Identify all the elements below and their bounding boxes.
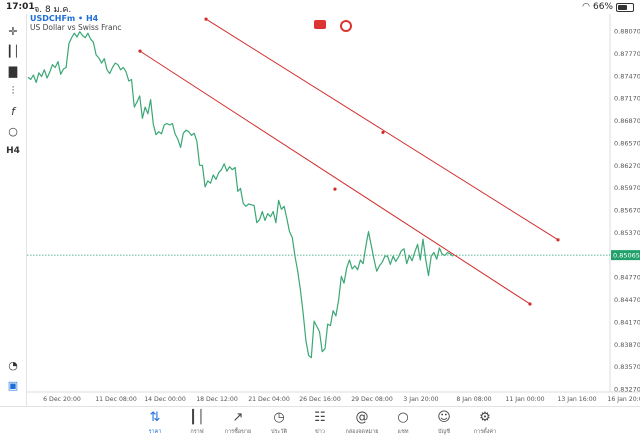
- y-tick-label: 0.85370: [614, 229, 640, 237]
- x-tick-label: 14 Dec 00:00: [144, 396, 186, 403]
- tab-label: ข่าว: [315, 429, 325, 435]
- x-tick-label: 16 Jan 20:00: [607, 396, 640, 403]
- tab-trade[interactable]: ↗ การซื้อขาย: [215, 409, 261, 436]
- x-tick-label: 3 Jan 20:00: [403, 396, 438, 403]
- tab-label: กราฟ: [190, 429, 204, 435]
- tab-label: แชท: [397, 429, 409, 435]
- y-tick-label: 0.84170: [614, 318, 640, 326]
- x-tick-label: 11 Dec 08:00: [95, 396, 137, 403]
- y-tick-label: 0.88070: [614, 28, 640, 36]
- x-tick-label: 18 Dec 12:00: [196, 396, 238, 403]
- y-tick-label: 0.86870: [614, 117, 640, 125]
- symbol-title[interactable]: USDCHFm • H4: [30, 14, 98, 23]
- crosshair-icon[interactable]: ✛: [4, 22, 22, 40]
- x-tick-label: 26 Dec 16:00: [299, 396, 341, 403]
- tab-chart[interactable]: ┃│ กราฟ: [174, 409, 220, 436]
- trade-icon: ↗: [232, 410, 244, 425]
- tab-mailbox[interactable]: @ กล่องจดหมาย: [339, 409, 385, 436]
- trendline-1: [139, 50, 531, 305]
- trendline-2: [205, 18, 559, 241]
- tab-quotes[interactable]: ⇅ ราคา: [132, 409, 178, 436]
- chart-type-icon[interactable]: ▇: [4, 62, 22, 80]
- timeframe-button[interactable]: H4: [4, 142, 22, 160]
- sync-icon[interactable]: [340, 20, 352, 32]
- symbol-description: US Dollar vs Swiss Franc: [30, 23, 122, 32]
- mailbox-icon: @: [355, 410, 369, 425]
- y-tick-label: 0.87470: [614, 72, 640, 80]
- indicators-icon[interactable]: ┃│: [4, 42, 22, 60]
- x-tick-label: 8 Jan 08:00: [456, 396, 491, 403]
- zoom-icon[interactable]: ◔: [4, 356, 22, 374]
- x-tick-label: 21 Dec 04:00: [248, 396, 290, 403]
- settings-icon: ⚙: [479, 410, 491, 425]
- history-icon: ◷: [273, 410, 285, 425]
- trendline-anchor: [204, 17, 208, 21]
- chart-icon: ┃│: [189, 410, 205, 425]
- current-price-label: 0.85065: [613, 252, 640, 260]
- trendline-anchor: [333, 187, 337, 191]
- tab-label: กล่องจดหมาย: [345, 429, 379, 435]
- function-icon[interactable]: f: [4, 102, 22, 120]
- x-tick-label: 6 Dec 20:00: [43, 396, 81, 403]
- y-tick-label: 0.87170: [614, 95, 640, 103]
- trendline-anchor: [138, 49, 142, 53]
- y-tick-label: 0.86570: [614, 139, 640, 147]
- trendline-anchor: [556, 238, 560, 242]
- account-icon: ☺: [437, 410, 451, 425]
- y-tick-label: 0.85970: [614, 184, 640, 192]
- one-click-trading-icon[interactable]: [314, 20, 326, 29]
- tab-news[interactable]: ☷ ข่าว: [297, 409, 343, 436]
- price-alert-icon[interactable]: ⫶: [4, 82, 22, 100]
- tab-settings[interactable]: ⚙ การตั้งค่า: [462, 409, 508, 436]
- app-logo-icon[interactable]: ▣: [4, 376, 22, 394]
- left-toolbar: ✛ ┃│ ▇ ⫶ f ○ H4 ◔ ▣: [0, 14, 27, 406]
- y-tick-label: 0.83570: [614, 363, 640, 371]
- bottom-tab-bar: ⇅ ราคา ┃│ กราฟ ↗ การซื้อขาย ◷ ประวัติ ☷ ข่าว @ กล่อ…: [0, 406, 640, 448]
- tab-label: การตั้งค่า: [473, 429, 497, 435]
- quotes-icon: ⇅: [149, 410, 161, 425]
- tab-label: บัญชี: [438, 429, 450, 435]
- trendline-anchor: [381, 130, 385, 135]
- price-chart[interactable]: 0.88070 0.87770 0.87470 0.87170 0.86870 0.865…: [0, 0, 640, 406]
- y-tick-label: 0.83870: [614, 341, 640, 349]
- y-tick-label: 0.84470: [614, 296, 640, 304]
- tab-label: ประวัติ: [270, 429, 288, 435]
- tab-label: การซื้อขาย: [224, 429, 252, 435]
- x-tick-label: 13 Jan 16:00: [557, 396, 596, 403]
- y-tick-label: 0.83270: [614, 386, 640, 394]
- trendline-anchor: [528, 302, 532, 306]
- y-tick-label: 0.84770: [614, 274, 640, 282]
- y-tick-label: 0.85670: [614, 207, 640, 215]
- chat-icon: ○: [397, 410, 409, 425]
- tab-account[interactable]: ☺ บัญชี: [421, 409, 467, 436]
- tab-label: ราคา: [148, 429, 162, 435]
- x-tick-label: 29 Dec 08:00: [351, 396, 393, 403]
- x-tick-label: 11 Jan 00:00: [505, 396, 544, 403]
- objects-icon[interactable]: ○: [4, 122, 22, 140]
- tab-chat[interactable]: ○ แชท: [380, 409, 426, 436]
- price-series-line: [27, 31, 454, 359]
- y-tick-label: 0.86270: [614, 162, 640, 170]
- y-tick-label: 0.87770: [614, 50, 640, 58]
- news-icon: ☷: [314, 410, 326, 425]
- tab-history[interactable]: ◷ ประวัติ: [256, 409, 302, 436]
